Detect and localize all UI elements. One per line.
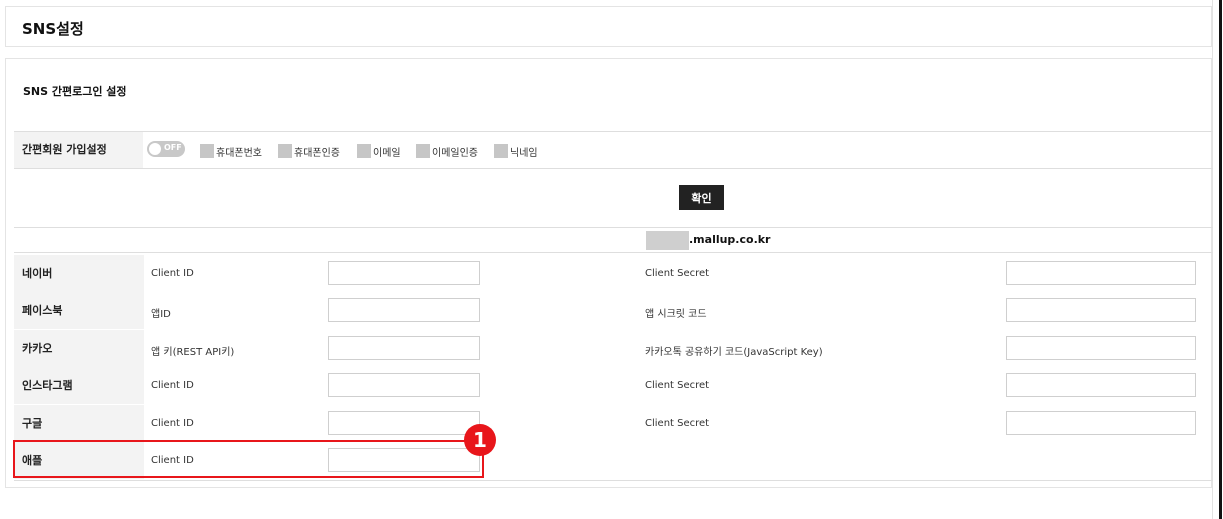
apple-row-highlight-box [13, 440, 484, 478]
checkbox-label: 이메일인증 [432, 147, 478, 159]
checkbox-box [416, 144, 430, 158]
client-id-label: Client ID [151, 380, 194, 391]
provider-name: 구글 [14, 405, 144, 442]
signup-settings-row: 간편회원 가입설정 OFF 휴대폰번호 휴대폰인증 이메일 이메일인증 닉네임 [14, 131, 1213, 169]
javascript-key-label: 카카오톡 공유하기 코드(JavaScript Key) [645, 347, 823, 358]
google-client-id-input[interactable] [328, 411, 480, 435]
domain-row: .mallup.co.kr [14, 227, 1213, 253]
instagram-client-secret-input[interactable] [1006, 373, 1196, 397]
provider-name: 카카오 [14, 330, 144, 367]
client-secret-label: Client Secret [645, 268, 710, 279]
checkbox-phone-verify[interactable]: 휴대폰인증 [278, 143, 340, 159]
checkbox-label: 닉네임 [510, 147, 538, 159]
provider-row-facebook: 페이스북 앱ID 앱 시크릿 코드 [14, 292, 1213, 329]
table-bottom-divider [14, 480, 1213, 481]
page-title: SNS설정 [22, 20, 84, 38]
sns-settings-panel: SNS 간편로그인 설정 간편회원 가입설정 OFF 휴대폰번호 휴대폰인증 이… [5, 58, 1213, 488]
client-secret-label: Client Secret [645, 418, 710, 429]
app-secret-label: 앱 시크릿 코드 [645, 309, 707, 320]
app-id-label: 앱ID [151, 309, 171, 320]
checkbox-email-verify[interactable]: 이메일인증 [416, 143, 478, 159]
page-header: SNS설정 [5, 6, 1212, 47]
domain-text: .mallup.co.kr [689, 233, 771, 246]
toggle-state-text: OFF [164, 143, 182, 152]
provider-row-naver: 네이버 Client ID Client Secret [14, 255, 1213, 292]
annotation-marker: 1 [464, 424, 496, 456]
facebook-app-secret-input[interactable] [1006, 298, 1196, 322]
client-secret-label: Client Secret [645, 380, 710, 391]
provider-row-google: 구글 Client ID Client Secret [14, 405, 1213, 442]
checkbox-email[interactable]: 이메일 [357, 143, 401, 159]
checkbox-label: 휴대폰번호 [216, 147, 262, 159]
provider-row-instagram: 인스타그램 Client ID Client Secret [14, 367, 1213, 404]
checkbox-box [278, 144, 292, 158]
checkbox-phone-number[interactable]: 휴대폰번호 [200, 143, 262, 159]
provider-name: 페이스북 [14, 292, 144, 329]
facebook-app-id-input[interactable] [328, 298, 480, 322]
masked-subdomain [646, 231, 689, 250]
client-id-label: Client ID [151, 268, 194, 279]
provider-name: 네이버 [14, 255, 144, 292]
naver-client-id-input[interactable] [328, 261, 480, 285]
checkbox-box [357, 144, 371, 158]
google-client-secret-input[interactable] [1006, 411, 1196, 435]
section-title: SNS 간편로그인 설정 [23, 85, 127, 98]
rest-api-key-label: 앱 키(REST API키) [151, 347, 235, 358]
right-edge-border [1212, 0, 1223, 519]
naver-client-secret-input[interactable] [1006, 261, 1196, 285]
checkbox-label: 이메일 [373, 147, 401, 159]
provider-row-kakao: 카카오 앱 키(REST API키) 카카오톡 공유하기 코드(JavaScri… [14, 330, 1213, 367]
checkbox-label: 휴대폰인증 [294, 147, 340, 159]
client-id-label: Client ID [151, 418, 194, 429]
instagram-client-id-input[interactable] [328, 373, 480, 397]
provider-name: 인스타그램 [14, 367, 144, 404]
toggle-knob [149, 143, 161, 155]
kakao-javascript-key-input[interactable] [1006, 336, 1196, 360]
signup-settings-label: 간편회원 가입설정 [14, 132, 143, 168]
confirm-button[interactable]: 확인 [679, 185, 724, 210]
checkbox-box [200, 144, 214, 158]
kakao-rest-api-key-input[interactable] [328, 336, 480, 360]
checkbox-box [494, 144, 508, 158]
signup-toggle[interactable]: OFF [147, 141, 185, 157]
checkbox-nickname[interactable]: 닉네임 [494, 143, 538, 159]
